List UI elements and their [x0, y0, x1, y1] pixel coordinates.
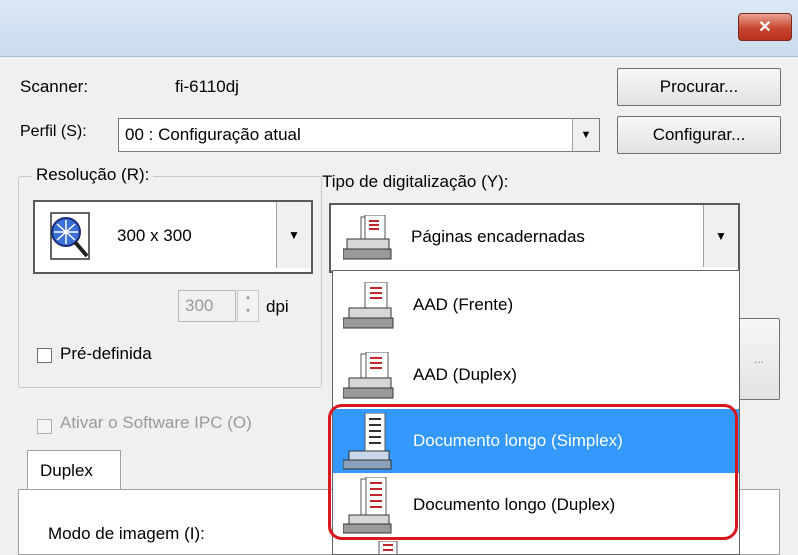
- dropdown-option-label: AAD (Frente): [413, 295, 514, 314]
- side-button[interactable]: ...: [738, 318, 780, 400]
- resolution-icon: [50, 212, 90, 260]
- highlight-annotation: [328, 404, 738, 540]
- resolution-select[interactable]: 300 x 300 ▼: [33, 200, 313, 274]
- dpi-spinner-value: 300: [185, 296, 214, 315]
- ipc-checkbox: [37, 419, 52, 434]
- dpi-spinner: 300: [178, 290, 236, 322]
- predefined-label: Pré-definida: [60, 344, 152, 363]
- dpi-spinner-buttons: ▲ ▼: [237, 290, 259, 322]
- title-bar: [0, 0, 798, 57]
- ipc-label: Ativar o Software IPC (O): [60, 413, 252, 432]
- scanner-label: Scanner:: [20, 77, 89, 96]
- browse-button[interactable]: Procurar...: [617, 68, 781, 106]
- scanner-duplex-icon: [343, 352, 394, 399]
- scan-type-selected: Páginas encadernadas: [411, 227, 585, 246]
- scanner-bound-icon: [343, 215, 392, 260]
- close-icon: ✕: [758, 19, 772, 36]
- image-mode-label: Modo de imagem (I):: [48, 524, 205, 543]
- profile-select-value: 00 : Configuração atual: [125, 125, 301, 144]
- scanner-simplex-icon: [343, 282, 394, 329]
- predefined-checkbox[interactable]: [37, 348, 52, 363]
- profile-label: Perfil (S):: [20, 123, 87, 140]
- scan-type-select[interactable]: Páginas encadernadas ▼: [329, 203, 740, 273]
- profile-select[interactable]: 00 : Configuração atual ▼: [118, 118, 600, 152]
- dropdown-option-label: AAD (Duplex): [413, 365, 517, 384]
- tab-duplex[interactable]: Duplex: [27, 450, 121, 491]
- dropdown-option[interactable]: AAD (Duplex): [333, 343, 739, 407]
- chevron-down-icon[interactable]: ▼: [276, 202, 311, 268]
- configure-button[interactable]: Configurar...: [617, 116, 781, 154]
- dropdown-option[interactable]: AAD (Frente): [333, 273, 739, 337]
- resolution-group-label: Resolução (R):: [32, 165, 154, 185]
- resolution-value: 300 x 300: [117, 226, 192, 245]
- chevron-down-icon[interactable]: ▼: [703, 205, 738, 267]
- chevron-down-icon[interactable]: ▼: [572, 119, 599, 151]
- tab-duplex-label: Duplex: [40, 461, 93, 480]
- dpi-unit: dpi: [266, 297, 289, 316]
- close-button[interactable]: ✕: [738, 13, 792, 41]
- scan-type-label: Tipo de digitalização (Y):: [322, 172, 509, 191]
- scanner-value: fi-6110dj: [175, 77, 239, 96]
